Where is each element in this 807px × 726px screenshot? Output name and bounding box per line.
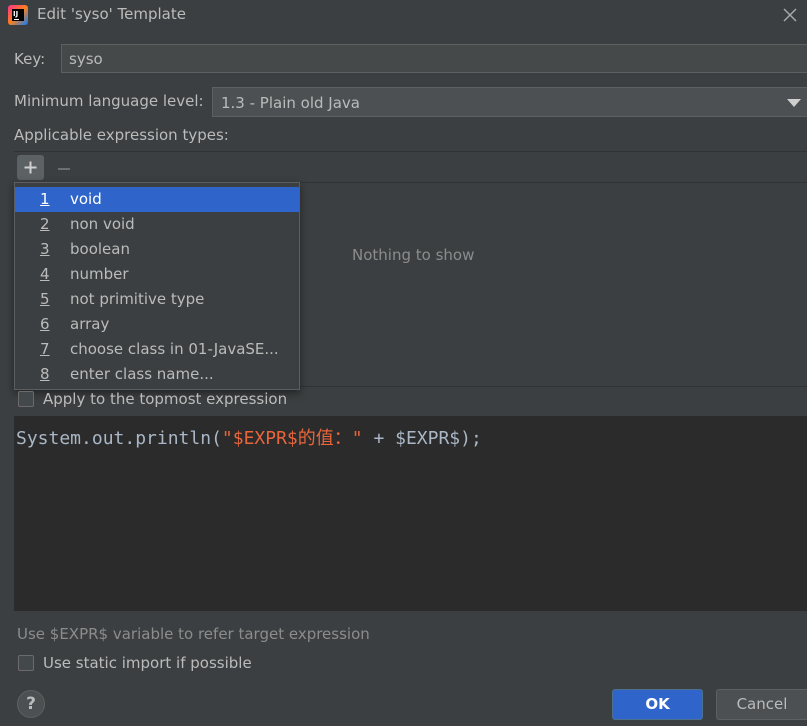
- code-string: "$EXPR$的值：": [221, 428, 363, 449]
- remove-button[interactable]: [54, 156, 74, 180]
- popup-item-boolean[interactable]: 3 boolean: [15, 237, 299, 262]
- key-label: Key:: [14, 50, 46, 68]
- key-input[interactable]: syso: [61, 44, 807, 73]
- mnemonic: 2: [40, 215, 50, 233]
- popup-item-label: non void: [70, 215, 135, 233]
- mnemonic: 3: [40, 240, 50, 258]
- expr-hint: Use $EXPR$ variable to refer target expr…: [17, 625, 370, 643]
- popup-item-label: void: [70, 190, 102, 208]
- mnemonic: 4: [40, 265, 50, 283]
- popup-item-non-void[interactable]: 2 non void: [15, 212, 299, 237]
- ok-button[interactable]: OK: [612, 689, 703, 720]
- topmost-label: Apply to the topmost expression: [43, 390, 288, 408]
- mnemonic: 5: [40, 290, 50, 308]
- language-level-select[interactable]: 1.3 - Plain old Java: [212, 87, 807, 117]
- popup-item-label: enter class name...: [70, 365, 214, 383]
- add-button[interactable]: [17, 155, 44, 180]
- cancel-button[interactable]: Cancel: [716, 689, 807, 720]
- template-editor[interactable]: System.out.println("$EXPR$的值：" + $EXPR$)…: [14, 416, 807, 611]
- popup-item-number[interactable]: 4 number: [15, 262, 299, 287]
- window-title: Edit 'syso' Template: [37, 5, 186, 23]
- popup-item-label: array: [70, 315, 110, 333]
- language-level-value: 1.3 - Plain old Java: [221, 94, 360, 112]
- language-level-label: Minimum language level:: [14, 92, 204, 110]
- popup-item-label: choose class in 01-JavaSE...: [70, 340, 279, 358]
- app-icon-letters: IJ: [12, 9, 24, 21]
- list-toolbar: [14, 152, 807, 183]
- mnemonic: 1: [40, 190, 50, 208]
- popup-item-enter-class[interactable]: 8 enter class name...: [15, 362, 299, 387]
- minus-icon: [58, 168, 70, 170]
- static-import-label: Use static import if possible: [43, 654, 252, 672]
- popup-item-label: not primitive type: [70, 290, 205, 308]
- mnemonic: 6: [40, 315, 50, 333]
- popup-item-void[interactable]: 1 void: [15, 187, 299, 212]
- help-button[interactable]: ?: [17, 690, 45, 718]
- topmost-checkbox[interactable]: [18, 391, 34, 407]
- mnemonic: 8: [40, 365, 50, 383]
- title-bar: IJ Edit 'syso' Template: [0, 0, 807, 30]
- expression-types-label: Applicable expression types:: [14, 126, 229, 144]
- intellij-icon: IJ: [8, 5, 28, 25]
- code-suffix: + $EXPR$);: [362, 428, 482, 449]
- popup-item-choose-class[interactable]: 7 choose class in 01-JavaSE...: [15, 337, 299, 362]
- plus-icon: [24, 161, 37, 174]
- empty-list-text: Nothing to show: [352, 246, 475, 264]
- mnemonic: 7: [40, 340, 50, 358]
- static-import-checkbox[interactable]: [18, 655, 34, 671]
- expression-type-popup: 1 void 2 non void 3 boolean 4 number 5 n…: [14, 182, 300, 390]
- popup-item-label: number: [70, 265, 129, 283]
- popup-item-not-primitive[interactable]: 5 not primitive type: [15, 287, 299, 312]
- close-icon[interactable]: [778, 3, 802, 27]
- chevron-down-icon: [787, 99, 801, 107]
- popup-item-array[interactable]: 6 array: [15, 312, 299, 337]
- popup-item-label: boolean: [70, 240, 130, 258]
- code-call: System.out.println(: [16, 428, 222, 449]
